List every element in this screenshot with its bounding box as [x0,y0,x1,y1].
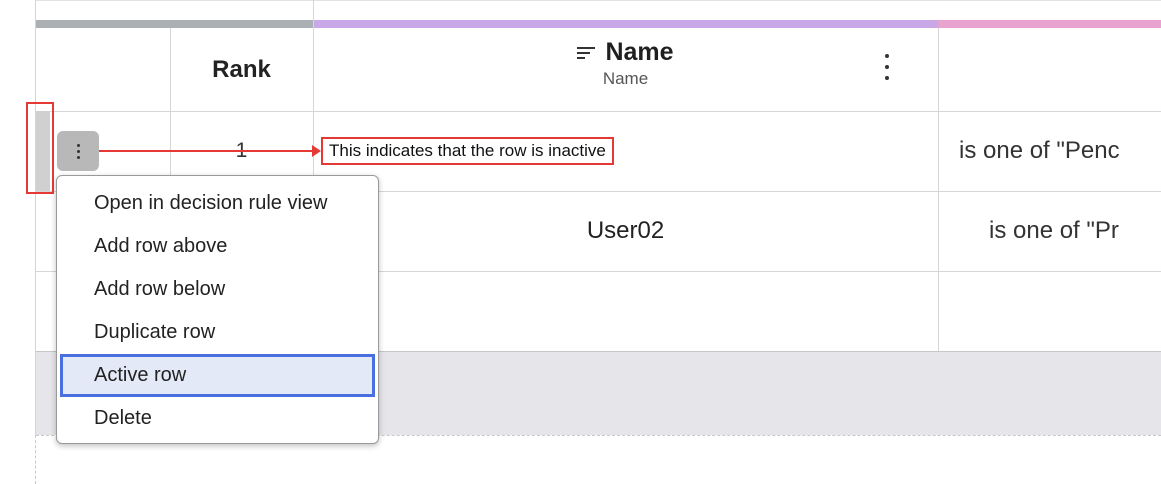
condition-cell[interactable]: is one of "Penc [939,111,1161,191]
rank-column-color-bar [36,20,313,28]
menu-item-delete[interactable]: Delete [60,397,375,440]
rank-column-header[interactable]: Rank [170,28,313,111]
name-column-title: Name [605,38,674,66]
row-context-menu: Open in decision rule view Add row above… [56,175,379,444]
table-top-border [36,0,1161,1]
annotation-highlight-box [26,102,54,194]
menu-item-active-row[interactable]: Active row [60,354,375,397]
name-column-color-bar [313,20,938,28]
column-menu-icon[interactable] [880,54,894,80]
annotation-note: This indicates that the row is inactive [321,137,614,165]
row-actions-button[interactable] [57,131,99,171]
name-column-subtitle: Name [602,69,649,88]
sort-lines-icon [577,46,596,60]
dashed-boundary-left [35,435,36,484]
annotation-arrow [99,150,315,152]
condition-cell[interactable]: is one of "Pr [939,191,1161,271]
name-column-header[interactable]: Name Name [313,38,938,108]
name-cell[interactable]: User02 [313,191,938,271]
menu-item-add-row-above[interactable]: Add row above [60,225,375,268]
menu-item-open-decision-rule-view[interactable]: Open in decision rule view [60,182,375,225]
menu-item-duplicate-row[interactable]: Duplicate row [60,311,375,354]
vertical-dots-icon [76,143,80,159]
condition-column-color-bar [938,20,1161,28]
menu-item-add-row-below[interactable]: Add row below [60,268,375,311]
annotation-arrowhead [312,145,321,157]
